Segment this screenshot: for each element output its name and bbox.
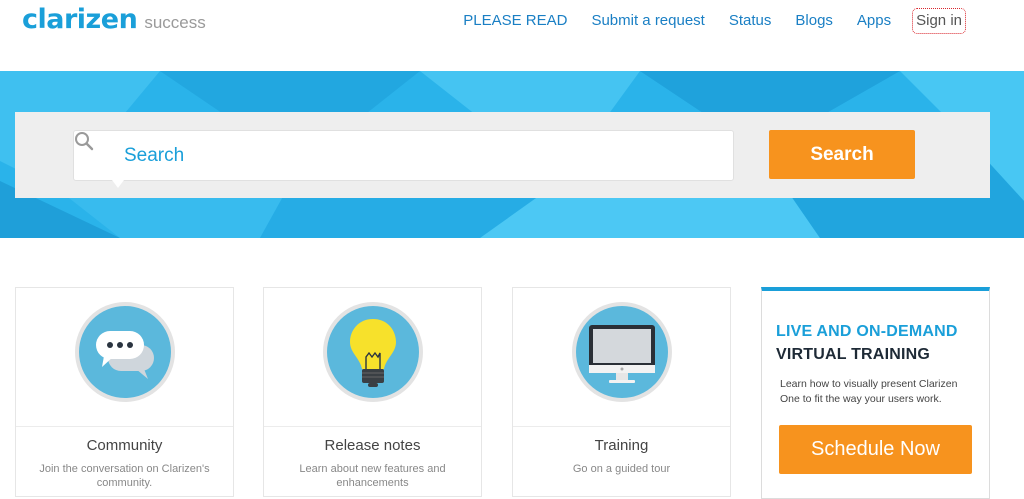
- card-description: Go on a guided tour: [572, 463, 671, 475]
- card-community[interactable]: Community Join the conversation on Clari…: [15, 287, 234, 497]
- site-header: clarizen success PLEASE READ Submit a re…: [0, 0, 1024, 71]
- nav-link-please-read[interactable]: PLEASE READ: [460, 11, 570, 34]
- virtual-training-promo: LIVE AND ON-DEMAND VIRTUAL TRAINING Lear…: [761, 287, 990, 499]
- card-divider: [16, 426, 233, 427]
- promo-heading-primary: LIVE AND ON-DEMAND: [776, 323, 958, 340]
- search-button[interactable]: Search: [769, 130, 915, 179]
- promo-body-text: Learn how to visually present Clarizen O…: [780, 378, 958, 405]
- card-divider: [264, 426, 481, 427]
- hero-banner: Search: [0, 71, 1024, 238]
- logo-wordmark: clarizen: [22, 4, 138, 35]
- search-box[interactable]: [73, 130, 734, 188]
- search-icon: [75, 132, 94, 151]
- lightbulb-icon: [322, 302, 423, 402]
- nav-link-apps[interactable]: Apps: [854, 11, 894, 34]
- chat-bubbles-icon: [74, 302, 175, 402]
- search-box-tail: [112, 180, 124, 188]
- card-training[interactable]: Training Go on a guided tour: [512, 287, 731, 497]
- logo-subtitle: success: [144, 13, 206, 32]
- card-description: Join the conversation on Clarizen's comm…: [39, 463, 210, 489]
- card-title: Community: [86, 437, 163, 454]
- promo-heading-secondary: VIRTUAL TRAINING: [776, 346, 931, 363]
- monitor-icon: [571, 302, 672, 402]
- nav-link-blogs[interactable]: Blogs: [792, 11, 836, 34]
- search-input[interactable]: [124, 142, 704, 170]
- sign-in-link[interactable]: Sign in: [912, 8, 966, 34]
- card-release-notes[interactable]: Release notes Learn about new features a…: [263, 287, 482, 497]
- schedule-now-button[interactable]: Schedule Now: [779, 425, 972, 474]
- card-divider: [513, 426, 730, 427]
- search-panel: Search: [15, 112, 990, 198]
- logo[interactable]: clarizen success: [22, 4, 206, 40]
- card-title: Training: [594, 437, 649, 454]
- nav-link-status[interactable]: Status: [726, 11, 775, 34]
- card-title: Release notes: [324, 437, 421, 454]
- nav-link-submit-request[interactable]: Submit a request: [588, 11, 707, 34]
- card-description: Learn about new features and enhancement…: [299, 463, 446, 489]
- top-nav: PLEASE READ Submit a request Status Blog…: [442, 8, 966, 34]
